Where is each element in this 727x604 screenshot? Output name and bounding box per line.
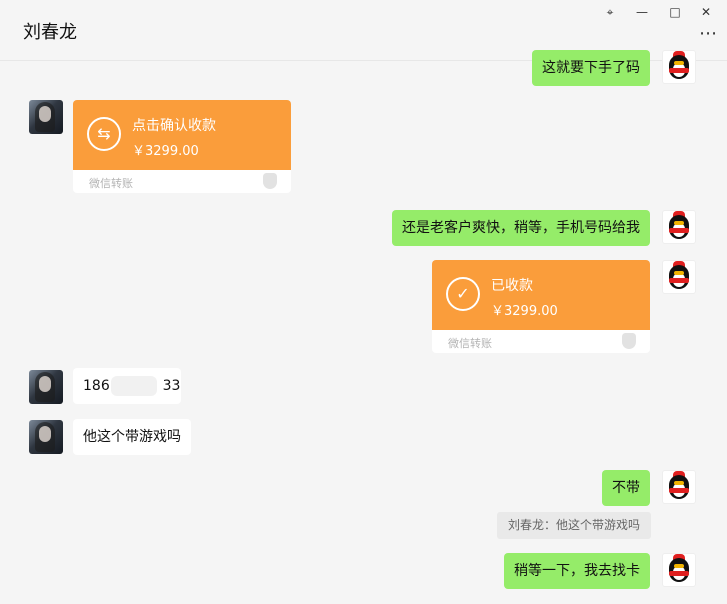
transfer-title: 点击确认收款	[132, 118, 216, 134]
my-avatar[interactable]	[662, 50, 696, 84]
avatar-beak	[674, 481, 684, 485]
shield-icon	[263, 173, 277, 189]
avatar-face	[39, 106, 51, 122]
redaction-blur	[111, 376, 157, 396]
message-bubble[interactable]: 不带	[602, 470, 650, 506]
avatar-beak	[674, 221, 684, 225]
shield-icon	[622, 333, 636, 349]
message-bubble[interactable]: 他这个带游戏吗	[73, 419, 191, 455]
quoted-message[interactable]: 刘春龙：他这个带游戏吗	[497, 512, 652, 539]
transfer-amount: ￥3299.00	[491, 304, 558, 319]
more-icon[interactable]: ⋯	[698, 25, 718, 45]
avatar-beak	[674, 61, 684, 65]
transfer-footer: 微信转账	[89, 177, 133, 190]
message-bubble[interactable]: 稍等一下，我去找卡	[504, 553, 650, 589]
message-text: 还是老客户爽快，稍等，手机号码给我	[402, 220, 640, 236]
minimize-icon[interactable]: —	[634, 4, 650, 20]
message-text-suffix: 33	[162, 378, 181, 394]
avatar-scarf	[669, 68, 689, 73]
avatar-scarf	[669, 228, 689, 233]
message-text: 这就要下手了码	[542, 60, 640, 76]
maximize-icon[interactable]: □	[667, 4, 683, 20]
my-avatar[interactable]	[662, 470, 696, 504]
chat-title: 刘春龙	[23, 22, 77, 43]
quoted-message-text: 刘春龙：他这个带游戏吗	[508, 518, 641, 532]
avatar-scarf	[669, 278, 689, 283]
avatar-beak	[674, 271, 684, 275]
message-text: 不带	[612, 480, 640, 496]
transfer-footer: 微信转账	[448, 337, 492, 350]
message-text: 稍等一下，我去找卡	[514, 563, 640, 579]
message-text: 他这个带游戏吗	[83, 429, 181, 445]
checkmark-icon: ✓	[446, 277, 480, 311]
avatar-scarf	[669, 488, 689, 493]
transfer-arrows-icon: ⇆	[87, 117, 121, 151]
transfer-amount: ￥3299.00	[132, 144, 199, 159]
my-avatar[interactable]	[662, 210, 696, 244]
pin-icon[interactable]: ⌖	[602, 4, 618, 20]
avatar-beak	[674, 564, 684, 568]
contact-avatar[interactable]	[29, 370, 63, 404]
message-bubble[interactable]: 这就要下手了码	[532, 50, 650, 86]
message-text-prefix: 186	[83, 378, 110, 394]
transfer-title: 已收款	[491, 278, 533, 294]
contact-avatar[interactable]	[29, 420, 63, 454]
avatar-face	[39, 426, 51, 442]
transfer-card[interactable]: ✓ 已收款 ￥3299.00 微信转账	[432, 260, 650, 353]
contact-avatar[interactable]	[29, 100, 63, 134]
message-bubble[interactable]: 还是老客户爽快，稍等，手机号码给我	[392, 210, 650, 246]
transfer-card[interactable]: ⇆ 点击确认收款 ￥3299.00 微信转账	[73, 100, 291, 193]
avatar-face	[39, 376, 51, 392]
close-icon[interactable]: ✕	[698, 4, 714, 20]
my-avatar[interactable]	[662, 260, 696, 294]
avatar-scarf	[669, 571, 689, 576]
my-avatar[interactable]	[662, 553, 696, 587]
